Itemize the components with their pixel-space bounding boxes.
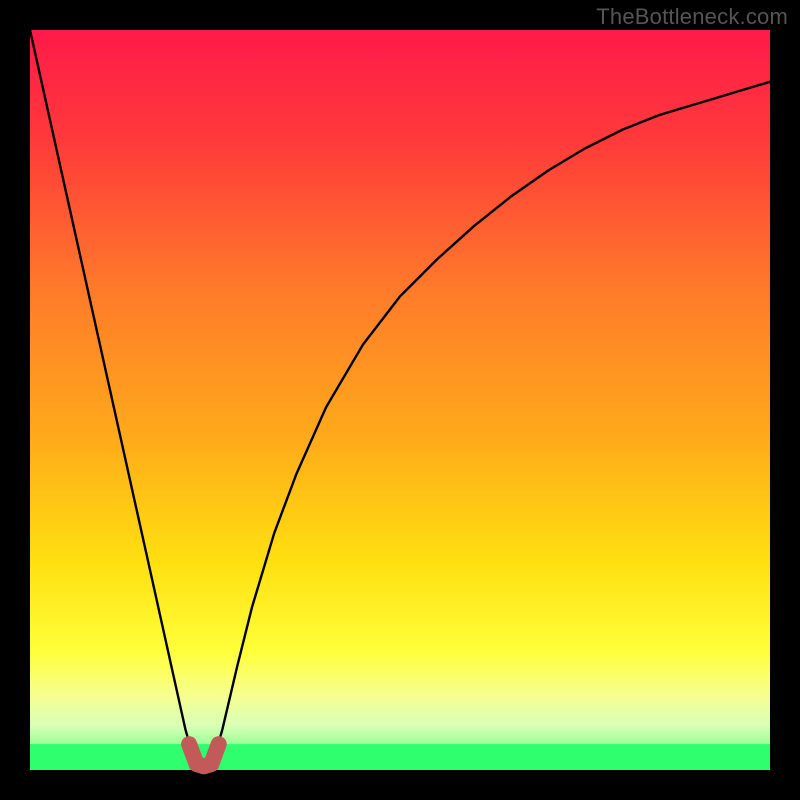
watermark-text: TheBottleneck.com	[596, 4, 788, 30]
bottleneck-chart	[0, 0, 800, 800]
plot-area	[30, 30, 770, 770]
chart-container: TheBottleneck.com	[0, 0, 800, 800]
green-band	[30, 744, 770, 770]
